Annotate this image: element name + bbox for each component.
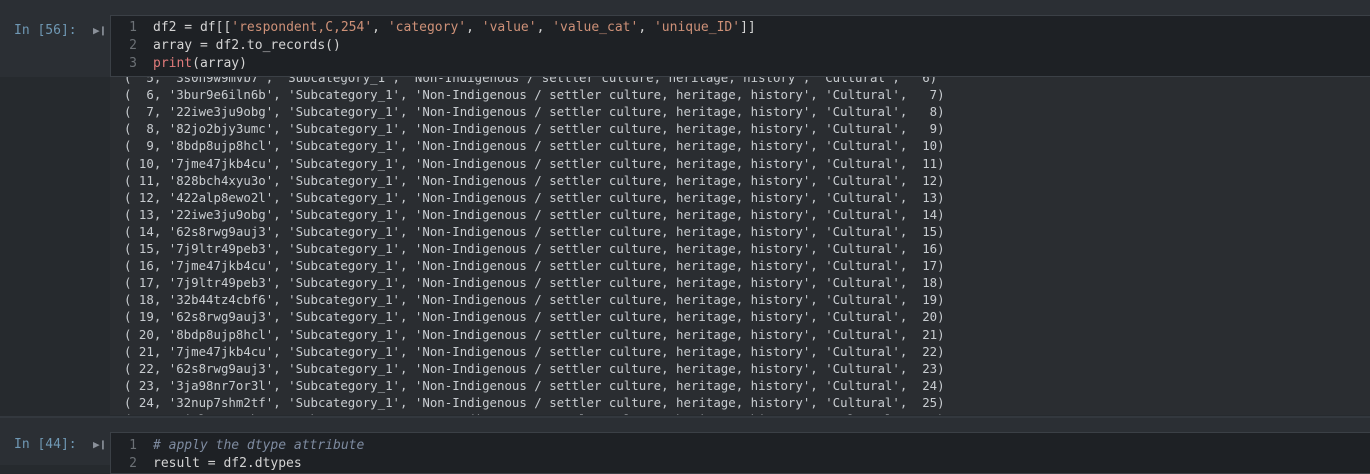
output-line: ( 21, '7jme47jkb4cu', 'Subcategory_1', '… <box>124 343 945 359</box>
cell-prompt: In [56]: <box>14 23 77 38</box>
output-line: ( 22, '62s8rwg9auj3', 'Subcategory_1', '… <box>124 360 945 376</box>
output-line: ( 13, '22iwe3ju9obg', 'Subcategory_1', '… <box>124 206 945 222</box>
output-line: ( 5, '3s0n9w9mvb7', 'Subcategory_1', 'No… <box>124 77 938 85</box>
output-line: ( 6, '3bur9e6iln6b', 'Subcategory_1', 'N… <box>124 87 945 103</box>
code-token: 'category' <box>387 20 467 35</box>
code-token: # apply the dtype attribute <box>153 438 365 453</box>
code-token: , <box>466 20 482 35</box>
output-line: ( 23, '3ja98nr7or3l', 'Subcategory_1', '… <box>124 377 945 393</box>
code-line: 3 print(array) <box>111 55 247 73</box>
code-token: df2 = df[[ <box>153 20 232 35</box>
output-line: ( 20, '8bdp8ujp8hcl', 'Subcategory_1', '… <box>124 326 945 342</box>
code-token: 'value_cat' <box>552 20 639 35</box>
output-line: ( 16, '7jme47jkb4cu', 'Subcategory_1', '… <box>124 258 945 274</box>
code-token: , <box>638 20 654 35</box>
output-line: ( 7, '22iwe3ju9obg', 'Subcategory_1', 'N… <box>124 104 945 120</box>
output-line: ( 11, '828bch4xyu3o', 'Subcategory_1', '… <box>124 172 945 188</box>
code-token: (array) <box>192 56 247 71</box>
output-line: ( 18, '32b44tz4cbf6', 'Subcategory_1', '… <box>124 292 945 308</box>
output-line: ( 14, '62s8rwg9auj3', 'Subcategory_1', '… <box>124 223 945 239</box>
line-number: 1 <box>129 438 137 453</box>
line-number: 2 <box>129 38 137 53</box>
output-line: ( 8, '82jo2bjy3umc', 'Subcategory_1', 'N… <box>124 121 945 137</box>
line-number: 1 <box>129 20 137 35</box>
output-line: ( 10, '7jme47jkb4cu', 'Subcategory_1', '… <box>124 155 945 171</box>
code-line: 2 array = df2.to_records() <box>111 37 341 55</box>
code-token: print <box>153 56 193 71</box>
run-cell-icon[interactable]: ▶❙ <box>93 25 106 36</box>
code-token: 'value' <box>481 20 537 35</box>
output-line: ( 25, '7j9ltr49peb3', 'Subcategory_1', '… <box>124 411 945 415</box>
line-number: 3 <box>129 56 137 71</box>
code-line: 2 result = df2.dtypes <box>111 455 302 473</box>
code-cell-44[interactable]: In [44]: ▶❙ 1 # apply the dtype attribute… <box>0 416 1370 474</box>
code-token: result = df2.dtypes <box>153 456 302 471</box>
output-line: ( 9, '8bdp8ujp8hcl', 'Subcategory_1', 'N… <box>124 138 945 154</box>
code-token: 'respondent,C,254' <box>231 20 373 35</box>
code-cell-56[interactable]: In [56]: ▶❙ 1 df2 = df[['respondent,C,254… <box>0 12 1370 77</box>
code-token: array = df2.to_records() <box>153 38 341 53</box>
output-line: ( 12, '422alp8ewo2l', 'Subcategory_1', '… <box>124 189 945 205</box>
code-token: ]] <box>740 20 756 35</box>
cell-prompt: In [44]: <box>14 437 77 452</box>
output-line: ( 17, '7j9ltr49peb3', 'Subcategory_1', '… <box>124 275 945 291</box>
output-scrollbar[interactable] <box>1362 77 1370 415</box>
output-line: ( 19, '62s8rwg9auj3', 'Subcategory_1', '… <box>124 309 945 325</box>
code-editor[interactable]: 1 df2 = df[['respondent,C,254', 'category… <box>110 15 1370 77</box>
output-line: ( 24, '32nup7shm2tf', 'Subcategory_1', '… <box>124 394 945 410</box>
cell-output: ( 5, '3s0n9w9mvb7', 'Subcategory_1', 'No… <box>110 77 1370 415</box>
line-number: 2 <box>129 456 137 471</box>
code-line: 1 df2 = df[['respondent,C,254', 'category… <box>111 19 756 37</box>
code-line: 1 # apply the dtype attribute <box>111 437 364 455</box>
code-token: , <box>372 20 388 35</box>
code-token: , <box>536 20 553 35</box>
code-token: 'unique_ID' <box>653 20 741 35</box>
run-cell-icon[interactable]: ▶❙ <box>93 439 106 450</box>
output-line: ( 15, '7j9ltr49peb3', 'Subcategory_1', '… <box>124 241 945 256</box>
code-editor[interactable]: 1 # apply the dtype attribute 2 result = df… <box>110 432 1370 474</box>
